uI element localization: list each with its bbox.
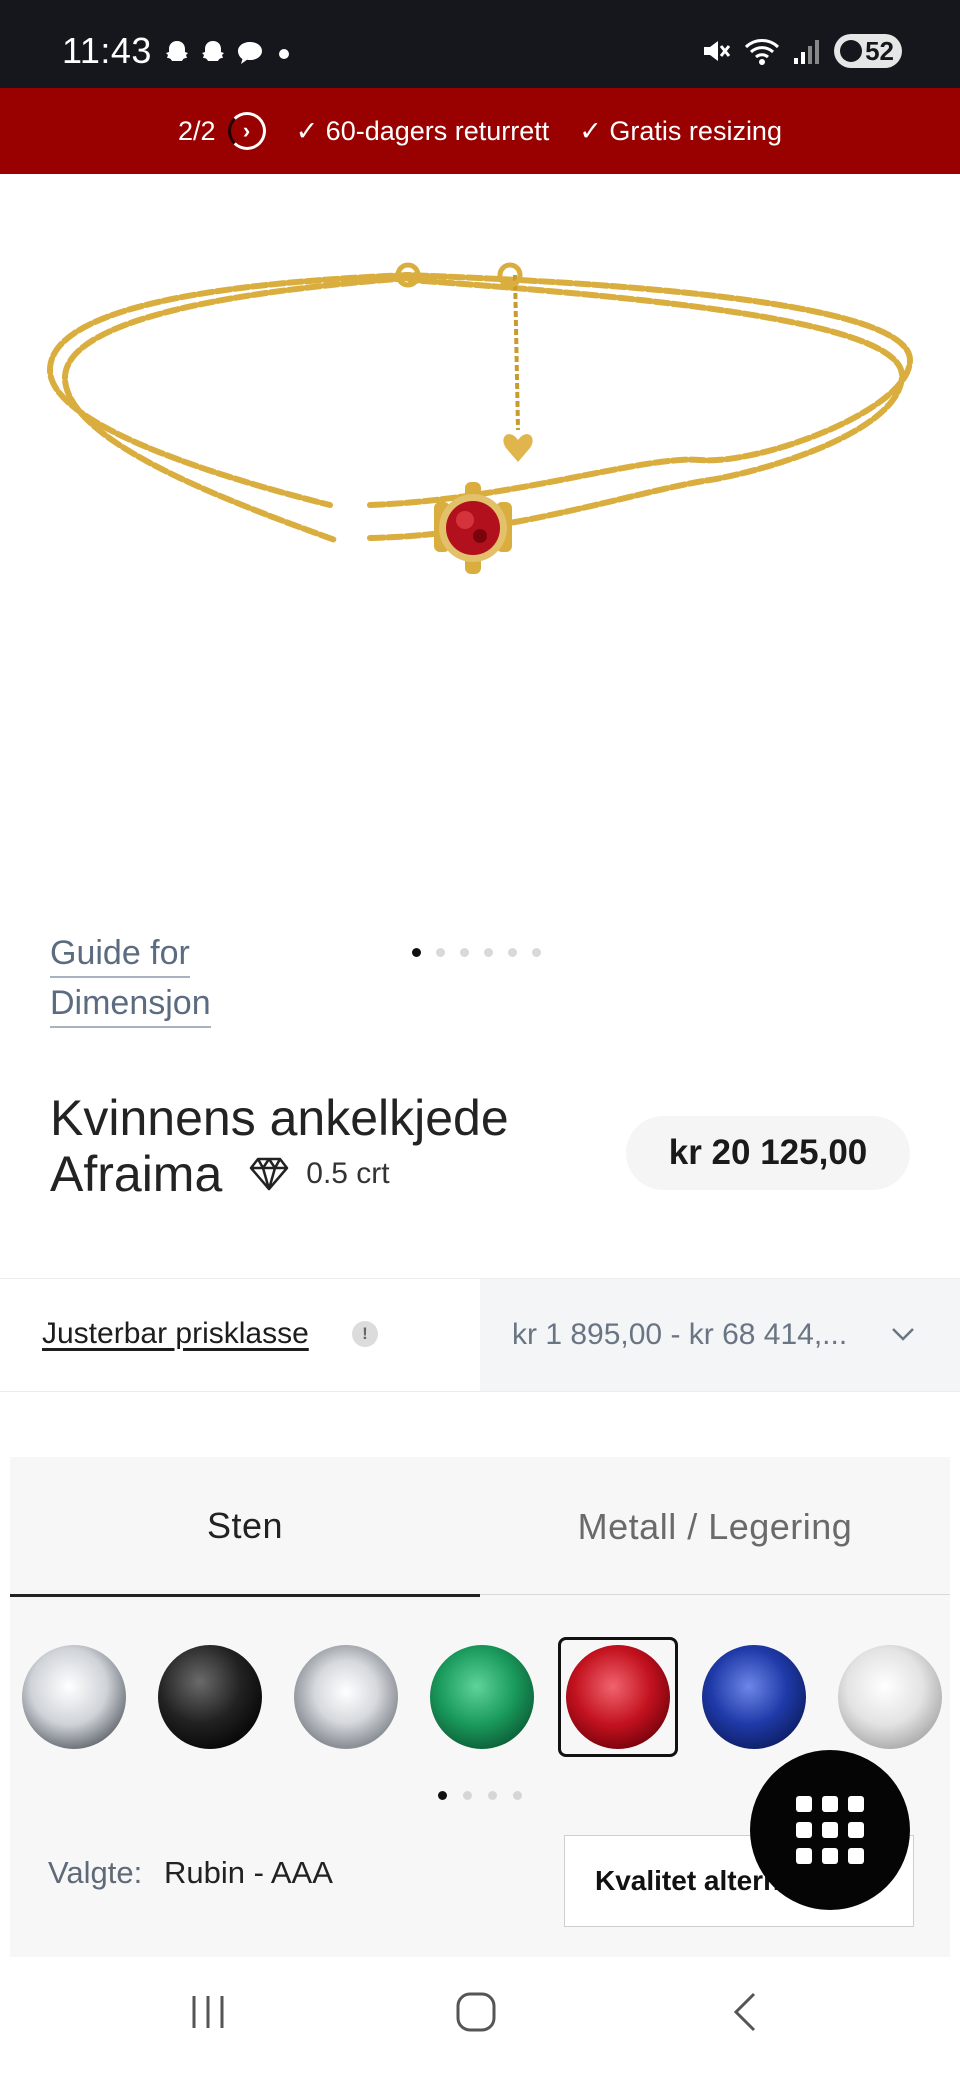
size-guide-line2: Dimensjon <box>50 980 211 1028</box>
notification-icons <box>162 38 296 68</box>
product-title-line2: Afraima <box>50 1146 223 1202</box>
wifi-icon <box>744 39 780 65</box>
promo-returns: ✓ 60-dagers returrett <box>295 115 550 146</box>
power-saving-icon <box>840 40 862 62</box>
stone-emerald[interactable] <box>430 1645 534 1749</box>
selected-value: Rubin - AAA <box>164 1855 333 1890</box>
stone-dot[interactable] <box>513 1791 522 1800</box>
promo-bar: 2/2 › ✓ 60-dagers returrett ✓ Gratis res… <box>0 88 960 174</box>
grid-icon <box>796 1796 812 1812</box>
chevron-down-icon <box>892 1328 914 1341</box>
stone-dot[interactable] <box>463 1791 472 1800</box>
anklet-illustration <box>46 262 914 574</box>
promo-next-button[interactable]: › <box>227 112 266 150</box>
carat-info: 0.5 crt <box>248 1146 390 1202</box>
size-guide-link[interactable]: Guide for Dimensjon <box>50 928 211 1028</box>
size-guide-line1: Guide for <box>50 930 190 978</box>
stone-ruby[interactable] <box>566 1645 670 1749</box>
tab-stone[interactable]: Sten <box>10 1457 480 1597</box>
price-range-label[interactable]: Justerbar prisklasse <box>42 1317 309 1351</box>
dot-icon <box>279 49 289 59</box>
tab-metal[interactable]: Metall / Legering <box>480 1457 950 1597</box>
navigation-bar <box>0 1960 960 2080</box>
carousel-dot[interactable] <box>508 948 517 957</box>
carat-value: 0.5 crt <box>306 1157 390 1190</box>
product-title: Kvinnens ankelkjede Afraima 0.5 crt <box>50 1090 610 1202</box>
tab-divider <box>480 1594 950 1595</box>
status-bar: 11:43 52 <box>0 0 960 88</box>
image-carousel-dots <box>412 948 541 957</box>
price-range-row: Justerbar prisklasse ! kr 1 895,00 - kr … <box>0 1278 960 1392</box>
promo-resizing: ✓ Gratis resizing <box>579 115 782 146</box>
carousel-dot[interactable] <box>532 948 541 957</box>
status-time: 11:43 <box>62 30 152 71</box>
stone-diamond[interactable] <box>22 1645 126 1749</box>
snapchat-icon <box>202 41 224 61</box>
stone-sapphire[interactable] <box>702 1645 806 1749</box>
promo-counter-text: 2/2 <box>178 115 216 146</box>
battery-level: 52 <box>865 35 894 66</box>
carousel-dot[interactable] <box>460 948 469 957</box>
heart-charm <box>503 434 533 462</box>
signal-icon <box>794 40 819 64</box>
price-badge: kr 20 125,00 <box>626 1116 910 1190</box>
price-range-select[interactable]: kr 1 895,00 - kr 68 414,... <box>480 1279 960 1391</box>
product-image[interactable] <box>40 230 920 630</box>
menu-grid-button[interactable] <box>750 1750 910 1910</box>
product-title-line1: Kvinnens ankelkjede <box>50 1090 509 1146</box>
promo-counter: 2/2 › <box>178 112 266 150</box>
stone-lab-diamond[interactable] <box>294 1645 398 1749</box>
home-icon[interactable] <box>454 1990 498 2034</box>
stone-dot[interactable] <box>488 1791 497 1800</box>
carousel-dot[interactable] <box>436 948 445 957</box>
stone-carousel-dots <box>438 1791 522 1800</box>
chat-bubble-icon <box>238 42 262 64</box>
stone-dot[interactable] <box>438 1791 447 1800</box>
carousel-dot[interactable] <box>484 948 493 957</box>
carousel-dot[interactable] <box>412 948 421 957</box>
battery-indicator: 52 <box>834 34 902 68</box>
price-range-value: kr 1 895,00 - kr 68 414,... <box>512 1318 848 1351</box>
stone-moissanite[interactable] <box>838 1645 942 1749</box>
diamond-icon <box>250 1157 289 1191</box>
recent-apps-icon[interactable] <box>186 1990 230 2034</box>
stone-black-diamond[interactable] <box>158 1645 262 1749</box>
back-icon[interactable] <box>724 1990 768 2034</box>
system-icons: 52 <box>700 34 902 68</box>
selected-label: Valgte: <box>48 1855 143 1890</box>
snapchat-icon <box>166 41 188 61</box>
info-icon[interactable]: ! <box>352 1321 378 1347</box>
mute-icon <box>704 41 731 61</box>
